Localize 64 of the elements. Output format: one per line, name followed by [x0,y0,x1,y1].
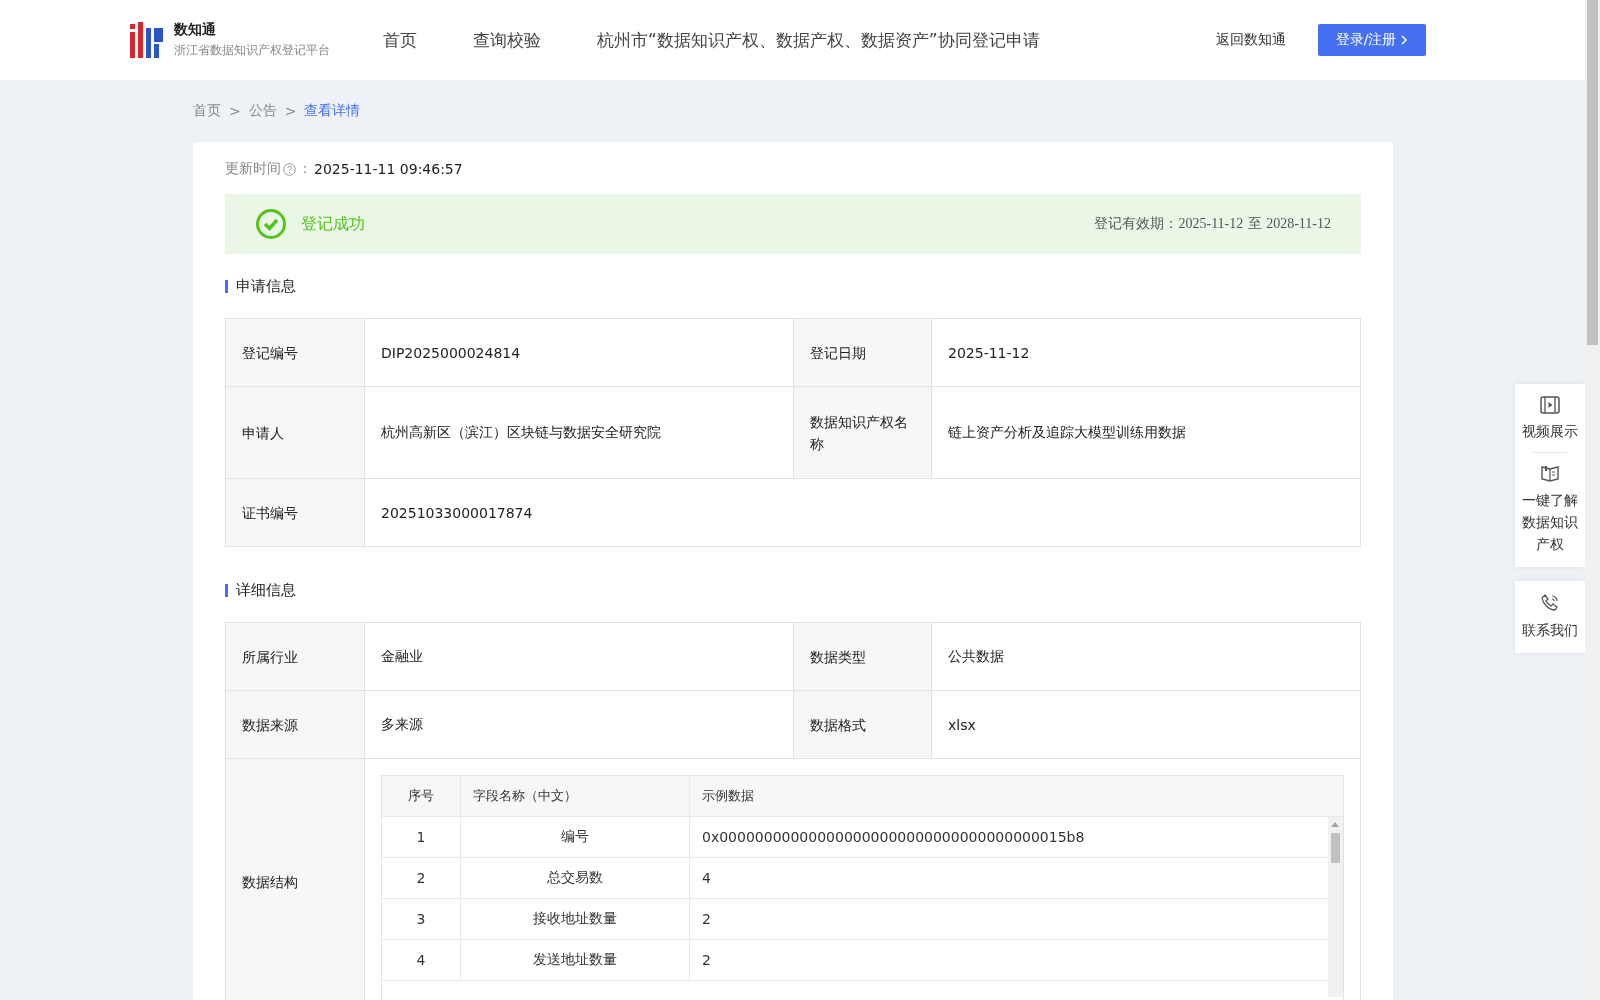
book-icon [1540,463,1560,483]
field-label: 数据类型 [794,623,932,690]
check-circle-icon [255,208,287,240]
field-value: xlsx [947,715,977,735]
table-cell-text: 0x000000000000000000000000000000000000015b8 [701,828,1086,847]
side-link[interactable]: 视频展示 [1515,392,1585,446]
field-label: 登记日期 [794,319,932,386]
field-value: 公共数据 [947,646,1005,666]
nav-link[interactable]: 查询校验 [473,28,541,52]
field-label: 所属行业 [226,623,365,690]
column-header: 示例数据 [690,776,1343,816]
side-link[interactable]: 一键了解数据知识产权 [1515,459,1585,559]
field-label: 数据结构 [226,759,365,1000]
table-cell: 编号 [461,817,690,857]
logo-icon [130,22,164,58]
column-header: 序号 [382,776,461,816]
field-label: 数据来源 [226,691,365,758]
update-colon: ： [298,160,312,178]
section-marker [225,279,228,293]
validity-text: 登记有效期：2025-11-12 至 2028-11-12 [1094,215,1331,233]
logo-subtitle: 浙江省数据知识产权登记平台 [174,42,330,59]
section-marker [225,583,228,597]
section-title: 申请信息 [236,276,296,296]
section-title: 详细信息 [236,580,296,600]
table-cell: 2 [382,858,461,898]
update-time: 2025-11-11 09:46:57 [314,161,463,177]
scrollbar[interactable] [1585,0,1600,1000]
scroll-up-icon [1331,822,1339,827]
status-text: 登记成功 [301,213,366,235]
side-link[interactable]: 联系我们 [1515,589,1585,645]
field-label: 数据格式 [794,691,932,758]
nav-link[interactable]: 杭州市“数据知识产权、数据产权、数据资产”协同登记申请 [597,28,1040,52]
scrollbar-thumb[interactable] [1331,833,1340,863]
scrollbar[interactable] [1328,817,1343,997]
help-icon [283,162,296,176]
update-label: 更新时间 [225,160,281,178]
phone-icon [1540,593,1560,613]
field-label: 证书编号 [226,479,365,546]
film-icon [1540,396,1560,414]
login-button[interactable]: 登录/注册 [1318,24,1426,56]
table-cell: 1 [382,817,461,857]
breadcrumb-link[interactable]: 查看详情 [304,102,361,120]
field-label: 申请人 [226,387,365,478]
table-cell-text: 4 [701,869,712,888]
breadcrumb-separator: > [229,103,241,119]
table-cell: 总交易数 [461,858,690,898]
table-cell: 发送地址数量 [461,940,690,980]
field-value: 链上资产分析及追踪大模型训练用数据 [947,422,1187,442]
nav-link[interactable]: 首页 [383,28,417,52]
table-cell-text: 2 [701,910,712,929]
field-label: 数据知识产权名称 [794,387,932,478]
column-header: 字段名称（中文） [461,776,690,816]
table-cell-text: 2 [701,951,712,970]
table-cell: 接收地址数量 [461,899,690,939]
field-value: 20251033000017874 [380,503,534,523]
logo-title: 数知通 [174,21,217,39]
scrollbar-thumb[interactable] [1587,0,1598,345]
back-link[interactable]: 返回数知通 [1216,31,1286,49]
field-value: 2025-11-12 [947,343,1031,363]
field-label: 登记编号 [226,319,365,386]
chevron-icon [1400,35,1409,45]
breadcrumb-separator: > [284,103,297,119]
table-cell: 3 [382,899,461,939]
table-cell: 4 [382,940,461,980]
